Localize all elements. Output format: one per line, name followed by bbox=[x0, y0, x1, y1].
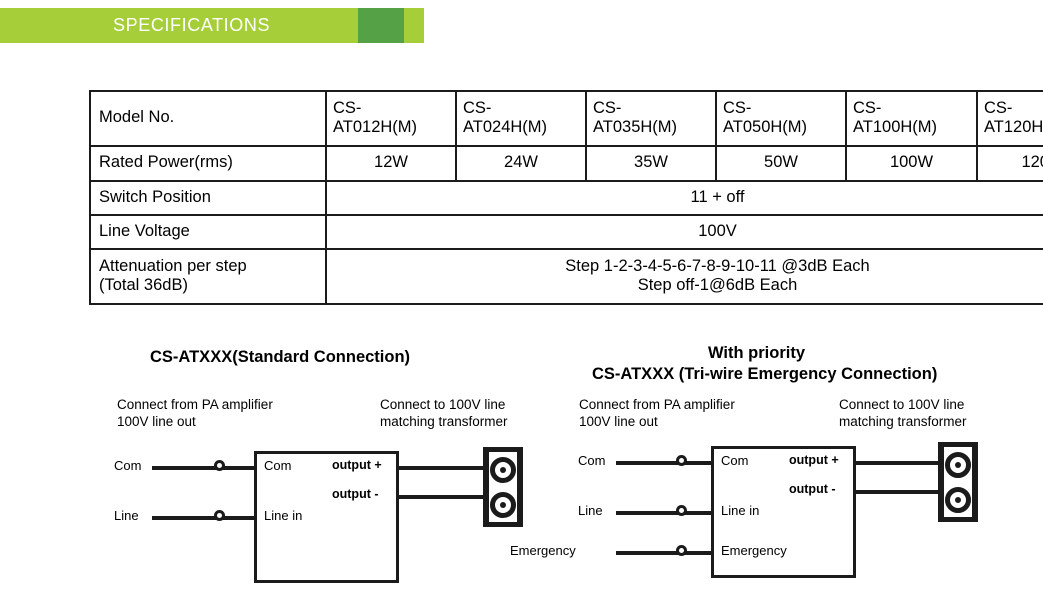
model-suffix: AT100H(M) bbox=[853, 118, 938, 136]
output-label-negative: output - bbox=[332, 487, 379, 501]
model-prefix: CS- bbox=[723, 98, 752, 117]
diagram-standard-connection: CS-ATXXX(Standard Connection) Connect fr… bbox=[104, 340, 574, 596]
model-suffix: AT120H(M) bbox=[984, 118, 1043, 136]
junction-node-emergency bbox=[676, 545, 687, 556]
row-label-attenuation: Attenuation per step (Total 36dB) bbox=[89, 248, 327, 305]
table-row-model: Model No. CS- AT012H(M) CS- AT024H(M) CS… bbox=[89, 90, 1043, 147]
line-voltage-value: 100V bbox=[325, 214, 1043, 250]
input-label-com: Com bbox=[578, 453, 606, 468]
model-cell-1: CS- AT012H(M) bbox=[325, 90, 457, 147]
model-cell-6: CS- AT120H(M) bbox=[976, 90, 1043, 147]
diagram-right-input-note-line2: 100V line out bbox=[579, 414, 658, 429]
input-label-line: Line bbox=[578, 503, 603, 518]
model-cell-2: CS- AT024H(M) bbox=[455, 90, 587, 147]
model-cell-5: CS- AT100H(M) bbox=[845, 90, 978, 147]
terminal-block-inner bbox=[489, 452, 517, 522]
diagram-left-input-note-line2: 100V line out bbox=[117, 414, 196, 429]
diagram-right-output-note-line1: Connect to 100V line bbox=[839, 397, 965, 412]
diagram-right-input-note-line1: Connect from PA amplifier bbox=[579, 397, 735, 412]
model-cell-4: CS- AT050H(M) bbox=[715, 90, 847, 147]
wire-input-line bbox=[616, 511, 713, 515]
wire-output-negative bbox=[397, 495, 487, 499]
diagram-left-title: CS-ATXXX(Standard Connection) bbox=[150, 348, 411, 366]
terminal-connector-icon bbox=[490, 456, 516, 483]
wire-input-emergency bbox=[616, 551, 713, 555]
wire-input-com bbox=[616, 461, 713, 465]
power-cell-4: 50W bbox=[715, 145, 847, 182]
terminal-connector-icon bbox=[945, 451, 971, 478]
model-suffix: AT012H(M) bbox=[333, 118, 418, 136]
diagram-left-input-note-line1: Connect from PA amplifier bbox=[117, 397, 273, 412]
banner-accent-square bbox=[358, 8, 404, 43]
box-terminal-line-in: Line in bbox=[721, 503, 760, 518]
power-cell-1: 12W bbox=[325, 145, 457, 182]
model-cell-3: CS- AT035H(M) bbox=[585, 90, 717, 147]
junction-node-line bbox=[676, 505, 687, 516]
diagram-right-title-line2: CS-ATXXX (Tri-wire Emergency Connection) bbox=[592, 365, 938, 383]
diagram-left-output-note-line1: Connect to 100V line bbox=[380, 397, 506, 412]
terminal-block-inner bbox=[944, 447, 972, 517]
model-prefix: CS- bbox=[853, 98, 882, 117]
wire-output-positive bbox=[854, 461, 942, 465]
box-terminal-emergency: Emergency bbox=[721, 543, 787, 558]
power-cell-3: 35W bbox=[585, 145, 717, 182]
wire-output-positive bbox=[397, 466, 487, 470]
table-row-line-voltage: Line Voltage 100V bbox=[89, 214, 1043, 250]
model-prefix: CS- bbox=[333, 98, 362, 117]
table-row-switch-position: Switch Position 11 + off bbox=[89, 180, 1043, 216]
row-label-rated-power: Rated Power(rms) bbox=[89, 145, 327, 182]
wire-output-negative bbox=[854, 490, 942, 494]
box-terminal-com: Com bbox=[264, 458, 292, 473]
model-suffix: AT024H(M) bbox=[463, 118, 548, 136]
input-label-line: Line bbox=[114, 508, 139, 523]
switch-position-value: 11 + off bbox=[325, 180, 1043, 216]
power-cell-5: 100W bbox=[845, 145, 978, 182]
terminal-connector-icon bbox=[945, 486, 971, 513]
matching-transformer-terminal-block bbox=[483, 447, 523, 527]
junction-node-com bbox=[214, 460, 225, 471]
output-label-positive: output + bbox=[332, 458, 382, 472]
attenuation-value-line1: Step 1-2-3-4-5-6-7-8-9-10-11 @3dB Each bbox=[565, 256, 870, 275]
wire-input-line bbox=[152, 516, 256, 520]
matching-transformer-terminal-block bbox=[938, 442, 978, 522]
box-terminal-com: Com bbox=[721, 453, 749, 468]
attenuation-label-line2: (Total 36dB) bbox=[99, 276, 188, 294]
power-cell-2: 24W bbox=[455, 145, 587, 182]
table-row-attenuation: Attenuation per step (Total 36dB) Step 1… bbox=[89, 248, 1043, 305]
row-label-switch-position: Switch Position bbox=[89, 180, 327, 216]
model-prefix: CS- bbox=[984, 98, 1013, 117]
terminal-connector-icon bbox=[490, 491, 516, 518]
power-cell-6: 120W bbox=[976, 145, 1043, 182]
box-terminal-line-in: Line in bbox=[264, 508, 303, 523]
model-prefix: CS- bbox=[593, 98, 622, 117]
input-label-emergency: Emergency bbox=[510, 543, 576, 558]
attenuation-value-line2: Step off-1@6dB Each bbox=[637, 276, 798, 294]
banner-title: SPECIFICATIONS bbox=[113, 15, 271, 35]
output-label-positive: output + bbox=[789, 453, 839, 467]
diagram-left-output-note-line2: matching transformer bbox=[380, 414, 508, 429]
wire-input-com bbox=[152, 466, 256, 470]
input-label-com: Com bbox=[114, 458, 142, 473]
output-label-negative: output - bbox=[789, 482, 836, 496]
row-label-model: Model No. bbox=[89, 90, 327, 147]
diagram-emergency-connection: With priority CS-ATXXX (Tri-wire Emergen… bbox=[510, 340, 1043, 596]
diagram-right-output-note-line2: matching transformer bbox=[839, 414, 967, 429]
attenuation-label-line1: Attenuation per step bbox=[99, 256, 247, 275]
junction-node-line bbox=[214, 510, 225, 521]
table-row-rated-power: Rated Power(rms) 12W 24W 35W 50W 100W 12… bbox=[89, 145, 1043, 182]
model-suffix: AT050H(M) bbox=[723, 118, 808, 136]
row-label-line-voltage: Line Voltage bbox=[89, 214, 327, 250]
model-suffix: AT035H(M) bbox=[593, 118, 678, 136]
model-prefix: CS- bbox=[463, 98, 492, 117]
specifications-table: Model No. CS- AT012H(M) CS- AT024H(M) CS… bbox=[89, 90, 1043, 305]
diagram-right-title-line1: With priority bbox=[708, 344, 806, 362]
junction-node-com bbox=[676, 455, 687, 466]
attenuation-value: Step 1-2-3-4-5-6-7-8-9-10-11 @3dB Each S… bbox=[325, 248, 1043, 305]
